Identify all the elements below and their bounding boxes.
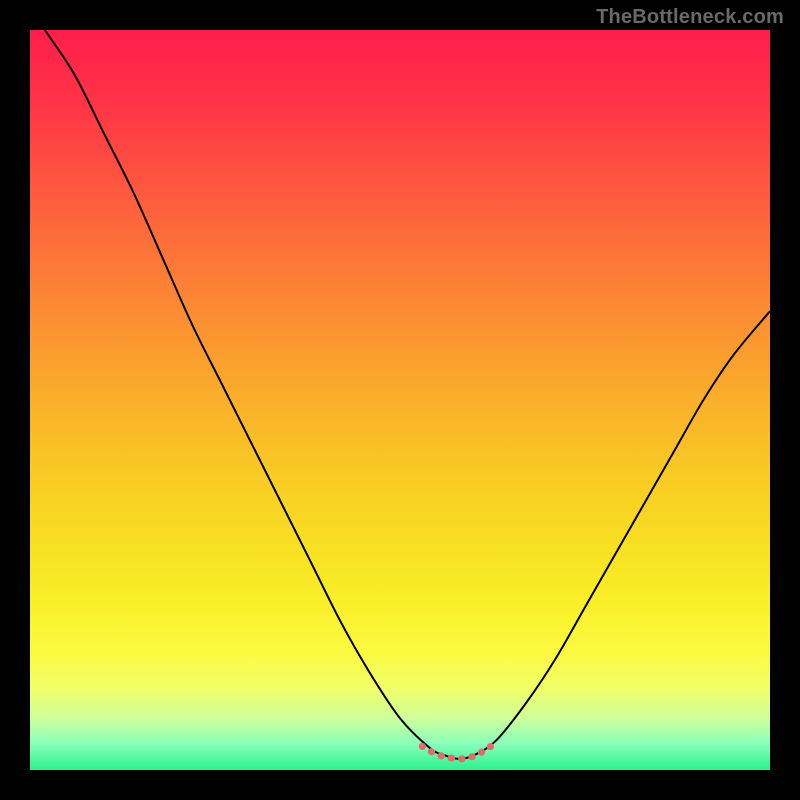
chart-frame <box>30 30 770 770</box>
chart-svg <box>30 30 770 770</box>
chart-background <box>30 30 770 770</box>
attribution-text: TheBottleneck.com <box>596 6 784 29</box>
